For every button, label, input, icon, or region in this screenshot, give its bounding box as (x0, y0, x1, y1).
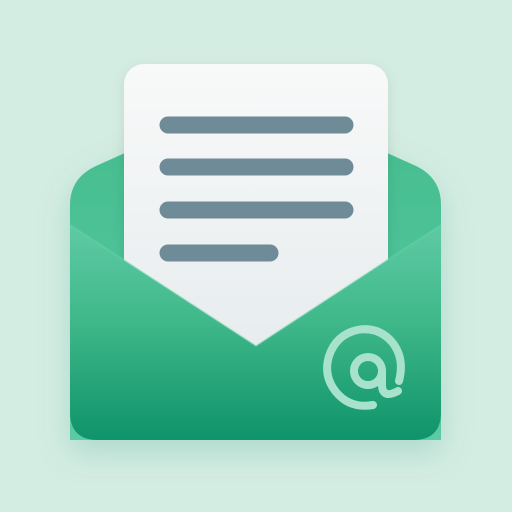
mail-at-icon (69, 64, 442, 440)
app-icon (0, 0, 512, 512)
